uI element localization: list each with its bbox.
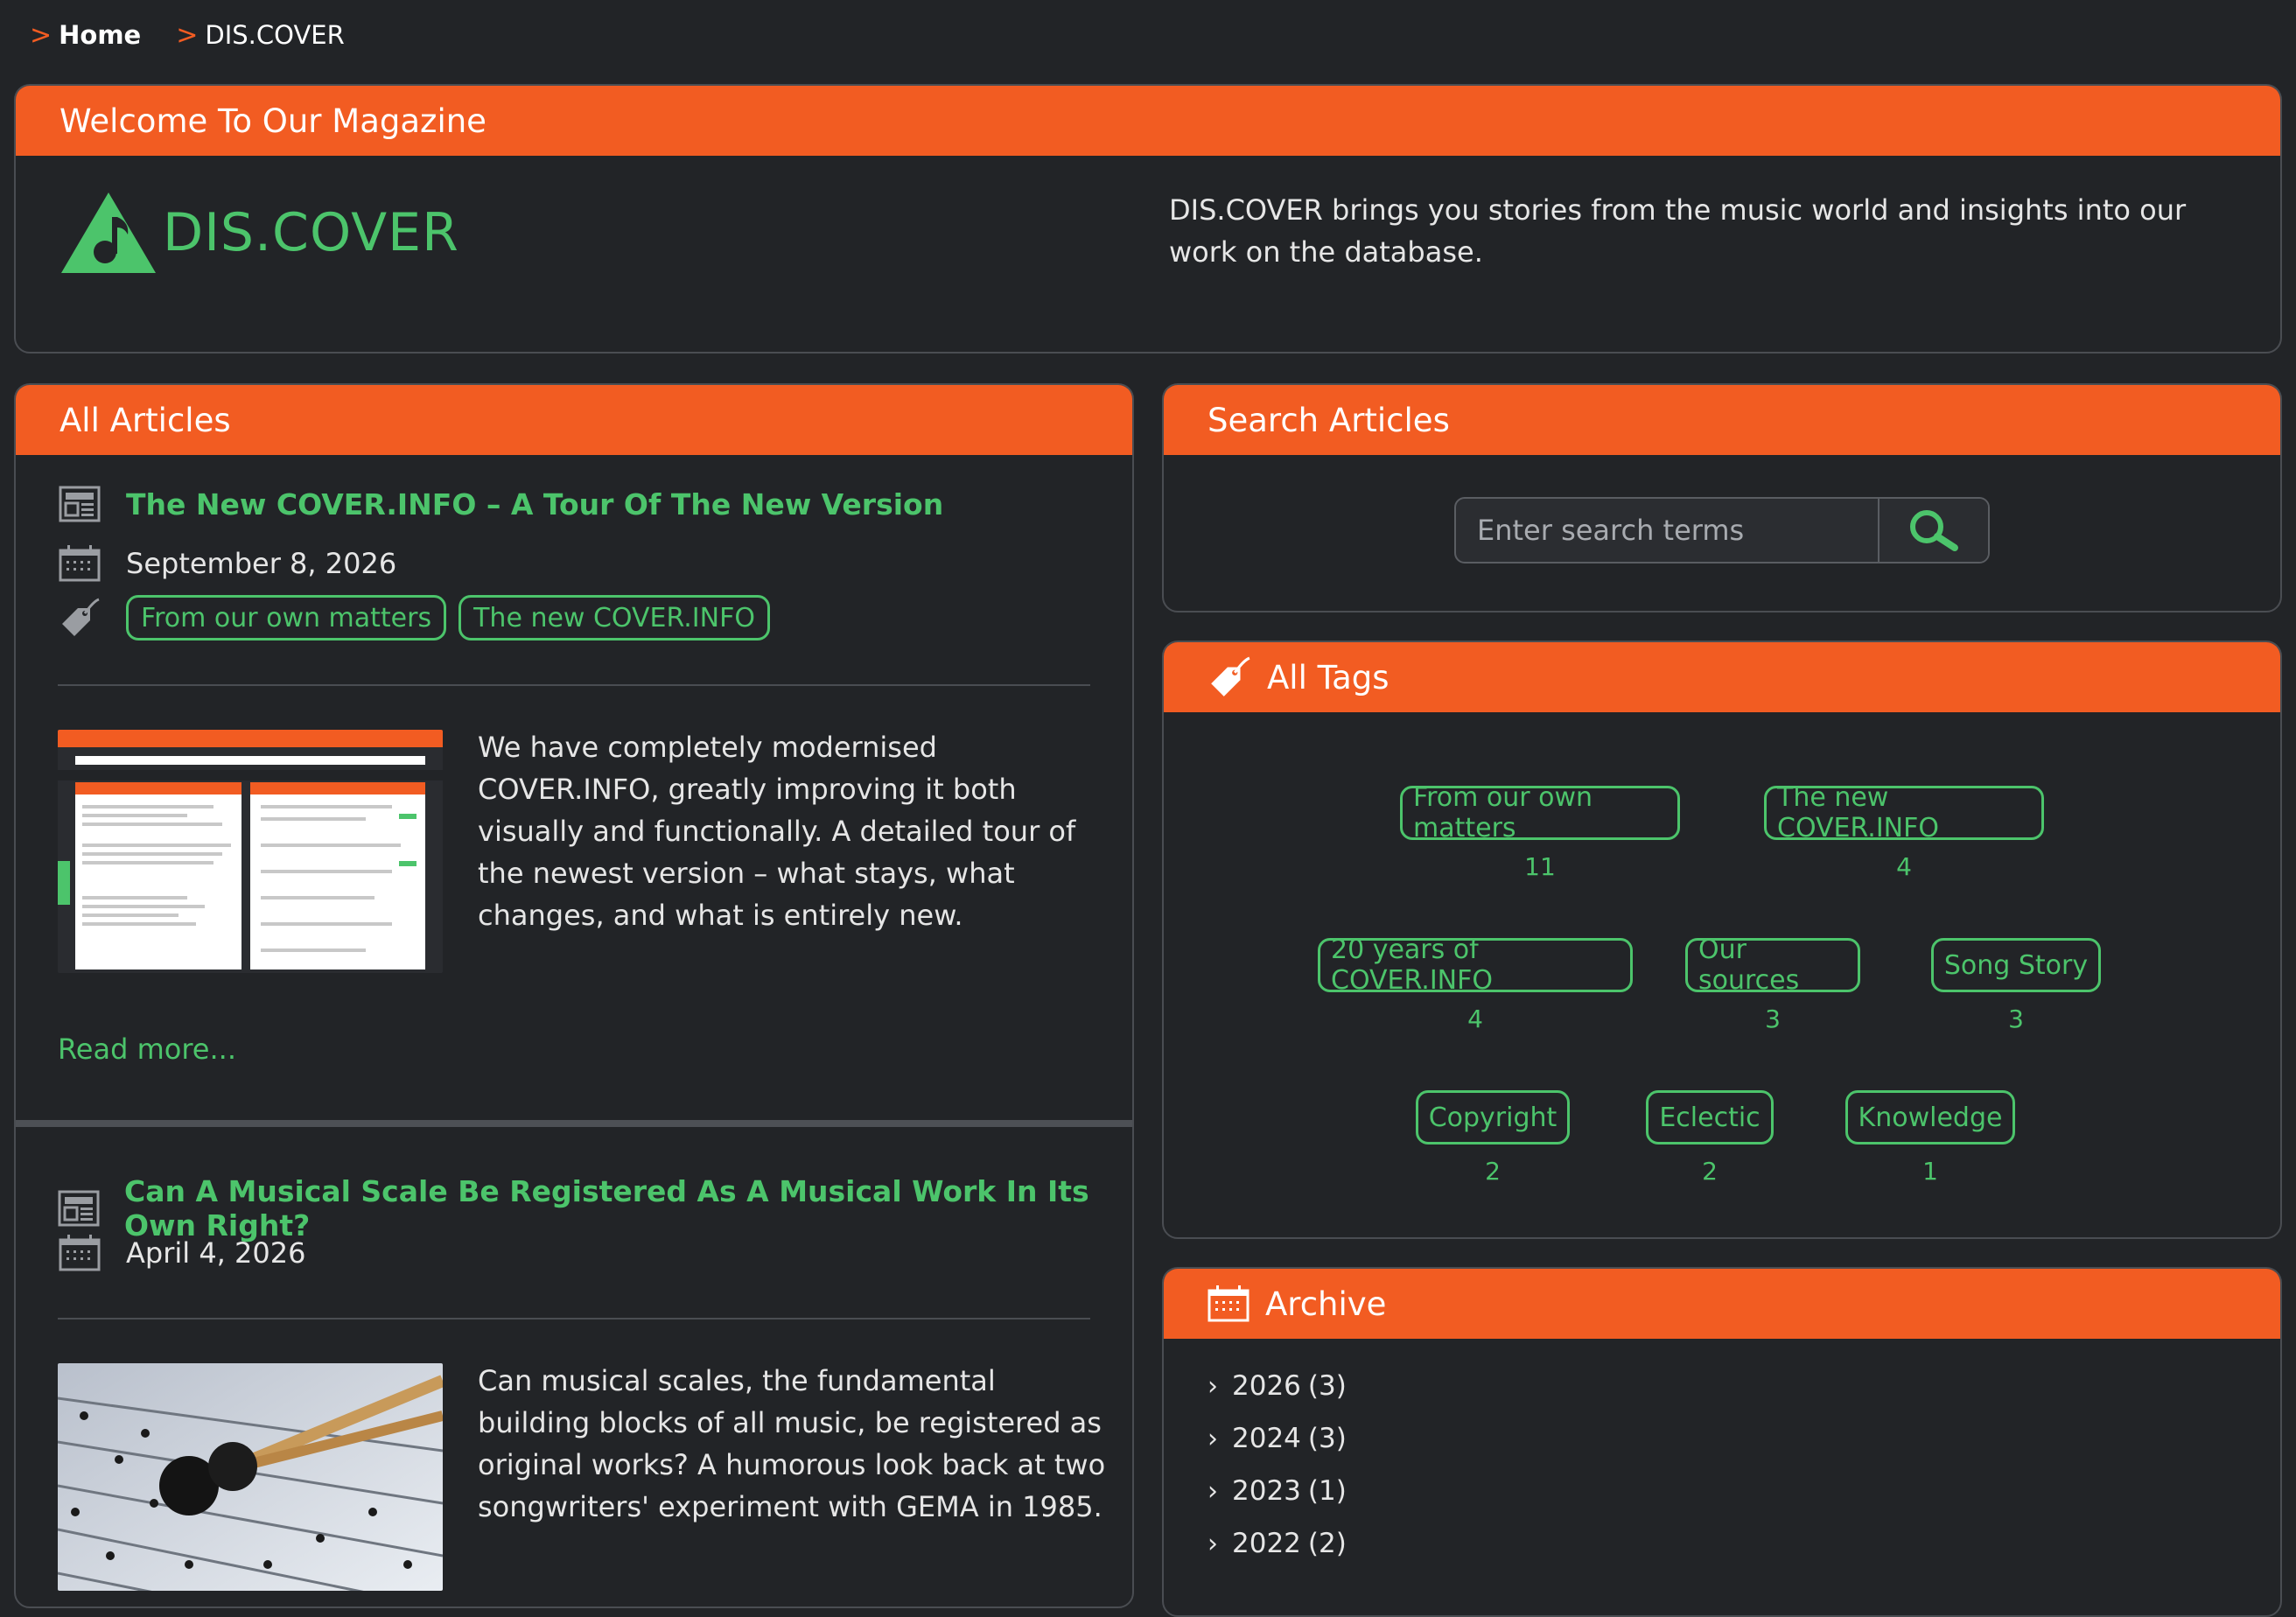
all-articles-card: All Articles The New COVER.INFO – A Tour… (14, 383, 1134, 1608)
archive-year-item[interactable]: › 2023 (1) (1208, 1465, 1347, 1517)
newspaper-icon (58, 485, 102, 523)
chevron-right-icon: > (30, 19, 52, 51)
articles-header: All Articles (16, 385, 1132, 455)
tags-header: All Tags (1164, 642, 2280, 712)
search-title: Search Articles (1208, 401, 1450, 439)
article-tags-row: From our own matters The new COVER.INFO (58, 595, 782, 640)
tag-count: 3 (1765, 1004, 1781, 1033)
tag-link[interactable]: Knowledge (1844, 1090, 2016, 1144)
chevron-right-icon: › (1208, 1370, 1218, 1402)
tag-count: 4 (1467, 1004, 1483, 1033)
tag-link[interactable]: Our sources (1685, 934, 1860, 996)
article-tag-link[interactable]: The new COVER.INFO (458, 595, 770, 640)
search-input[interactable] (1456, 499, 1878, 562)
breadcrumb-current: > DIS.COVER (176, 20, 345, 51)
chevron-right-icon: › (1208, 1423, 1218, 1454)
article-separator (16, 1120, 1132, 1127)
tag-count: 11 (1524, 852, 1556, 881)
article-title-link[interactable]: The New COVER.INFO – A Tour Of The New V… (126, 487, 943, 522)
tag-icon (1211, 656, 1250, 696)
newspaper-icon (58, 1189, 100, 1228)
search-icon (1910, 510, 1958, 551)
divider (58, 1318, 1090, 1320)
logo-text: DIS.COVER (163, 202, 459, 263)
archive-count: (3) (1307, 1370, 1347, 1402)
tag-item: From our own matters 11 (1400, 782, 1680, 881)
search-header: Search Articles (1164, 385, 2280, 455)
breadcrumb: > Home > DIS.COVER (30, 18, 345, 52)
breadcrumb-home[interactable]: > Home (30, 20, 141, 51)
tag-link[interactable]: 20 years of COVER.INFO (1318, 934, 1633, 996)
articles-title: All Articles (60, 401, 231, 439)
archive-title: Archive (1265, 1284, 1387, 1323)
archive-year[interactable]: 2026 (1232, 1370, 1301, 1402)
article-date: September 8, 2026 (126, 547, 397, 580)
tag-count: 4 (1896, 852, 1912, 881)
breadcrumb-current-label: DIS.COVER (205, 20, 345, 50)
archive-year-item[interactable]: › 2024 (3) (1208, 1412, 1347, 1465)
tag-item: Knowledge 1 (1843, 1090, 2018, 1186)
archive-count: (1) (1307, 1475, 1347, 1507)
tag-item: The new COVER.INFO 4 (1764, 782, 2044, 881)
tag-link[interactable]: The new COVER.INFO (1764, 782, 2044, 844)
archive-year[interactable]: 2022 (1232, 1528, 1301, 1559)
search-articles-card: Search Articles (1162, 383, 2282, 612)
article-date-row: September 8, 2026 (58, 544, 396, 583)
tag-count: 1 (1922, 1157, 1938, 1186)
archive-count: (3) (1307, 1423, 1347, 1454)
tag-item: Copyright 2 (1414, 1090, 1572, 1186)
archive-year[interactable]: 2023 (1232, 1475, 1301, 1507)
article-tag-link[interactable]: From our own matters (126, 595, 447, 640)
article-date: April 4, 2026 (126, 1236, 306, 1270)
tag-link[interactable]: Copyright (1415, 1090, 1571, 1144)
tag-count: 2 (1702, 1157, 1718, 1186)
calendar-icon (1208, 1285, 1250, 1322)
tag-item: Eclectic 2 (1640, 1090, 1780, 1186)
welcome-card: Welcome To Our Magazine DIS.COVER DIS.CO… (14, 84, 2282, 354)
search-box (1454, 497, 1990, 564)
tag-link[interactable]: From our own matters (1400, 782, 1680, 844)
discover-logo: DIS.COVER (60, 191, 459, 275)
article-thumbnail[interactable] (58, 730, 443, 973)
tag-item: 20 years of COVER.INFO 4 (1318, 934, 1633, 1033)
tag-count: 2 (1485, 1157, 1501, 1186)
archive-header: Archive (1164, 1269, 2280, 1339)
tag-item: Song Story 3 (1928, 938, 2104, 1033)
calendar-icon (58, 544, 102, 583)
article-excerpt: Can musical scales, the fundamental buil… (478, 1364, 1106, 1523)
logo-triangle-icon (61, 192, 156, 273)
read-more-link[interactable]: Read more... (58, 1032, 236, 1066)
article-title-row: The New COVER.INFO – A Tour Of The New V… (58, 485, 943, 523)
welcome-header: Welcome To Our Magazine (16, 86, 2280, 156)
article-title-row: Can A Musical Scale Be Registered As A M… (58, 1174, 1132, 1242)
article-date-row: April 4, 2026 (58, 1234, 305, 1272)
chevron-right-icon: › (1208, 1528, 1218, 1559)
archive-year[interactable]: 2024 (1232, 1423, 1301, 1454)
all-tags-card: All Tags From our own matters 11 The new… (1162, 640, 2282, 1239)
calendar-icon (58, 1234, 102, 1272)
chevron-right-icon: > (176, 19, 199, 51)
welcome-description: DIS.COVER brings you stories from the mu… (1169, 193, 2187, 269)
tag-link[interactable]: Song Story (1930, 938, 2102, 992)
archive-list: › 2026 (3) › 2024 (3) › 2023 (1) › 2022 … (1208, 1360, 1347, 1570)
archive-count: (2) (1307, 1528, 1347, 1559)
archive-year-item[interactable]: › 2022 (2) (1208, 1517, 1347, 1570)
archive-card: Archive › 2026 (3) › 2024 (3) › 2023 (1)… (1162, 1267, 2282, 1617)
article-excerpt: We have completely modernised COVER.INFO… (478, 731, 1076, 932)
tag-link[interactable]: Eclectic (1646, 1090, 1774, 1144)
divider (58, 684, 1090, 686)
search-button[interactable] (1878, 499, 1988, 562)
article-thumbnail[interactable] (58, 1363, 443, 1591)
breadcrumb-home-label[interactable]: Home (59, 20, 141, 50)
welcome-title: Welcome To Our Magazine (60, 102, 486, 140)
tags-title: All Tags (1267, 658, 1390, 696)
tag-icon (58, 598, 102, 637)
archive-year-item[interactable]: › 2026 (3) (1208, 1360, 1347, 1412)
tag-item: Our sources 3 (1685, 934, 1860, 1033)
chevron-right-icon: › (1208, 1475, 1218, 1507)
article-title-link[interactable]: Can A Musical Scale Be Registered As A M… (124, 1174, 1132, 1242)
tag-count: 3 (2008, 1004, 2024, 1033)
